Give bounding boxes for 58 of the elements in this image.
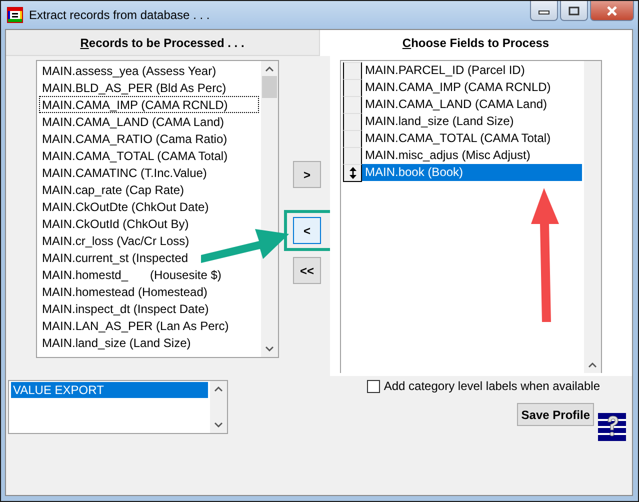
maximize-button[interactable] bbox=[560, 1, 588, 21]
list-item[interactable]: MAIN.BLD_AS_PER (Bld As Perc) bbox=[39, 79, 230, 96]
list-item[interactable]: MAIN.land_size (Land Size) bbox=[39, 334, 194, 351]
close-icon bbox=[606, 6, 618, 16]
scroll-thumb[interactable] bbox=[262, 76, 277, 98]
row-header[interactable] bbox=[343, 96, 362, 114]
row-header[interactable] bbox=[343, 130, 362, 148]
window-title: Extract records from database . . . bbox=[29, 8, 210, 22]
scroll-up-icon bbox=[214, 386, 223, 392]
list-item[interactable]: MAIN.CkOutId (ChkOut By) bbox=[39, 215, 192, 232]
list-item[interactable]: MAIN.CAMA_LAND (CAMA Land) bbox=[362, 96, 582, 113]
scrollbar[interactable] bbox=[261, 61, 278, 357]
row-header[interactable] bbox=[343, 79, 362, 97]
list-item[interactable]: MAIN.CAMA_RATIO (Cama Ratio) bbox=[39, 130, 230, 147]
row-header[interactable] bbox=[343, 164, 362, 182]
updown-icon bbox=[348, 167, 356, 179]
list-item[interactable]: MAIN.homestead (Homestead) bbox=[39, 283, 210, 300]
scroll-down-icon bbox=[214, 422, 223, 428]
tab[interactable]: Choose Fields to Process bbox=[320, 30, 632, 56]
move-button[interactable]: << bbox=[293, 257, 321, 284]
list-item[interactable]: MAIN.CAMA_TOTAL (CAMA Total) bbox=[362, 130, 582, 147]
list-item[interactable]: MAIN.LAN_AS_PER (Lan As Perc) bbox=[39, 317, 232, 334]
list-item[interactable]: MAIN.misc_adjus (Misc Adjust) bbox=[362, 147, 582, 164]
scroll-down-icon bbox=[265, 346, 274, 352]
list-item[interactable]: MAIN.book (Book) bbox=[362, 164, 582, 181]
list-item[interactable]: MAIN.cap_rate (Cap Rate) bbox=[39, 181, 188, 198]
list-item[interactable]: MAIN.current_st (Inspected bbox=[39, 249, 192, 266]
list-item[interactable]: MAIN.CAMA_IMP (CAMA RCNLD) bbox=[362, 79, 582, 96]
move-button[interactable]: < bbox=[293, 217, 321, 244]
row-header[interactable] bbox=[343, 113, 362, 131]
list-item[interactable]: MAIN.PARCEL_ID (Parcel ID) bbox=[362, 62, 582, 79]
list-item[interactable]: MAIN.CAMA_IMP (CAMA RCNLD) bbox=[39, 96, 259, 113]
list-item[interactable]: MAIN.homestd_ (Housesite $) bbox=[39, 266, 224, 283]
move-button[interactable]: > bbox=[293, 161, 321, 188]
row-header[interactable] bbox=[343, 147, 362, 165]
list-item[interactable]: MAIN.CAMA_LAND (CAMA Land) bbox=[39, 113, 228, 130]
checkbox-label: Add category level labels when available bbox=[384, 379, 600, 393]
maximize-icon bbox=[568, 6, 580, 16]
close-button[interactable] bbox=[590, 1, 634, 21]
list-item[interactable]: MAIN.CkOutDte (ChkOut Date) bbox=[39, 198, 212, 215]
scroll-up-icon bbox=[588, 362, 597, 368]
list-item[interactable]: MAIN.land_size (Land Size) bbox=[362, 113, 582, 130]
scroll-up-icon bbox=[265, 66, 274, 72]
scrollbar[interactable] bbox=[584, 61, 601, 373]
row-header[interactable] bbox=[343, 62, 362, 80]
save-profile-button[interactable]: Save Profile bbox=[517, 403, 594, 426]
list-item[interactable]: MAIN.inspect_dt (Inspect Date) bbox=[39, 300, 212, 317]
tab[interactable]: Records to be Processed . . . bbox=[6, 30, 320, 56]
list-item[interactable]: MAIN.cr_loss (Vac/Cr Loss) bbox=[39, 232, 192, 249]
help-icon[interactable] bbox=[598, 413, 626, 441]
list-item[interactable]: MAIN.assess_yea (Assess Year) bbox=[39, 62, 220, 79]
app-icon bbox=[7, 7, 23, 23]
list-item[interactable]: MAIN.CAMA_TOTAL (CAMA Total) bbox=[39, 147, 231, 164]
minimize-button[interactable] bbox=[530, 1, 558, 21]
list-item[interactable]: VALUE EXPORT bbox=[11, 382, 208, 398]
list-item[interactable]: MAIN.CAMATINC (T.Inc.Value) bbox=[39, 164, 210, 181]
checkbox[interactable] bbox=[366, 380, 380, 392]
scrollbar[interactable] bbox=[210, 381, 227, 433]
